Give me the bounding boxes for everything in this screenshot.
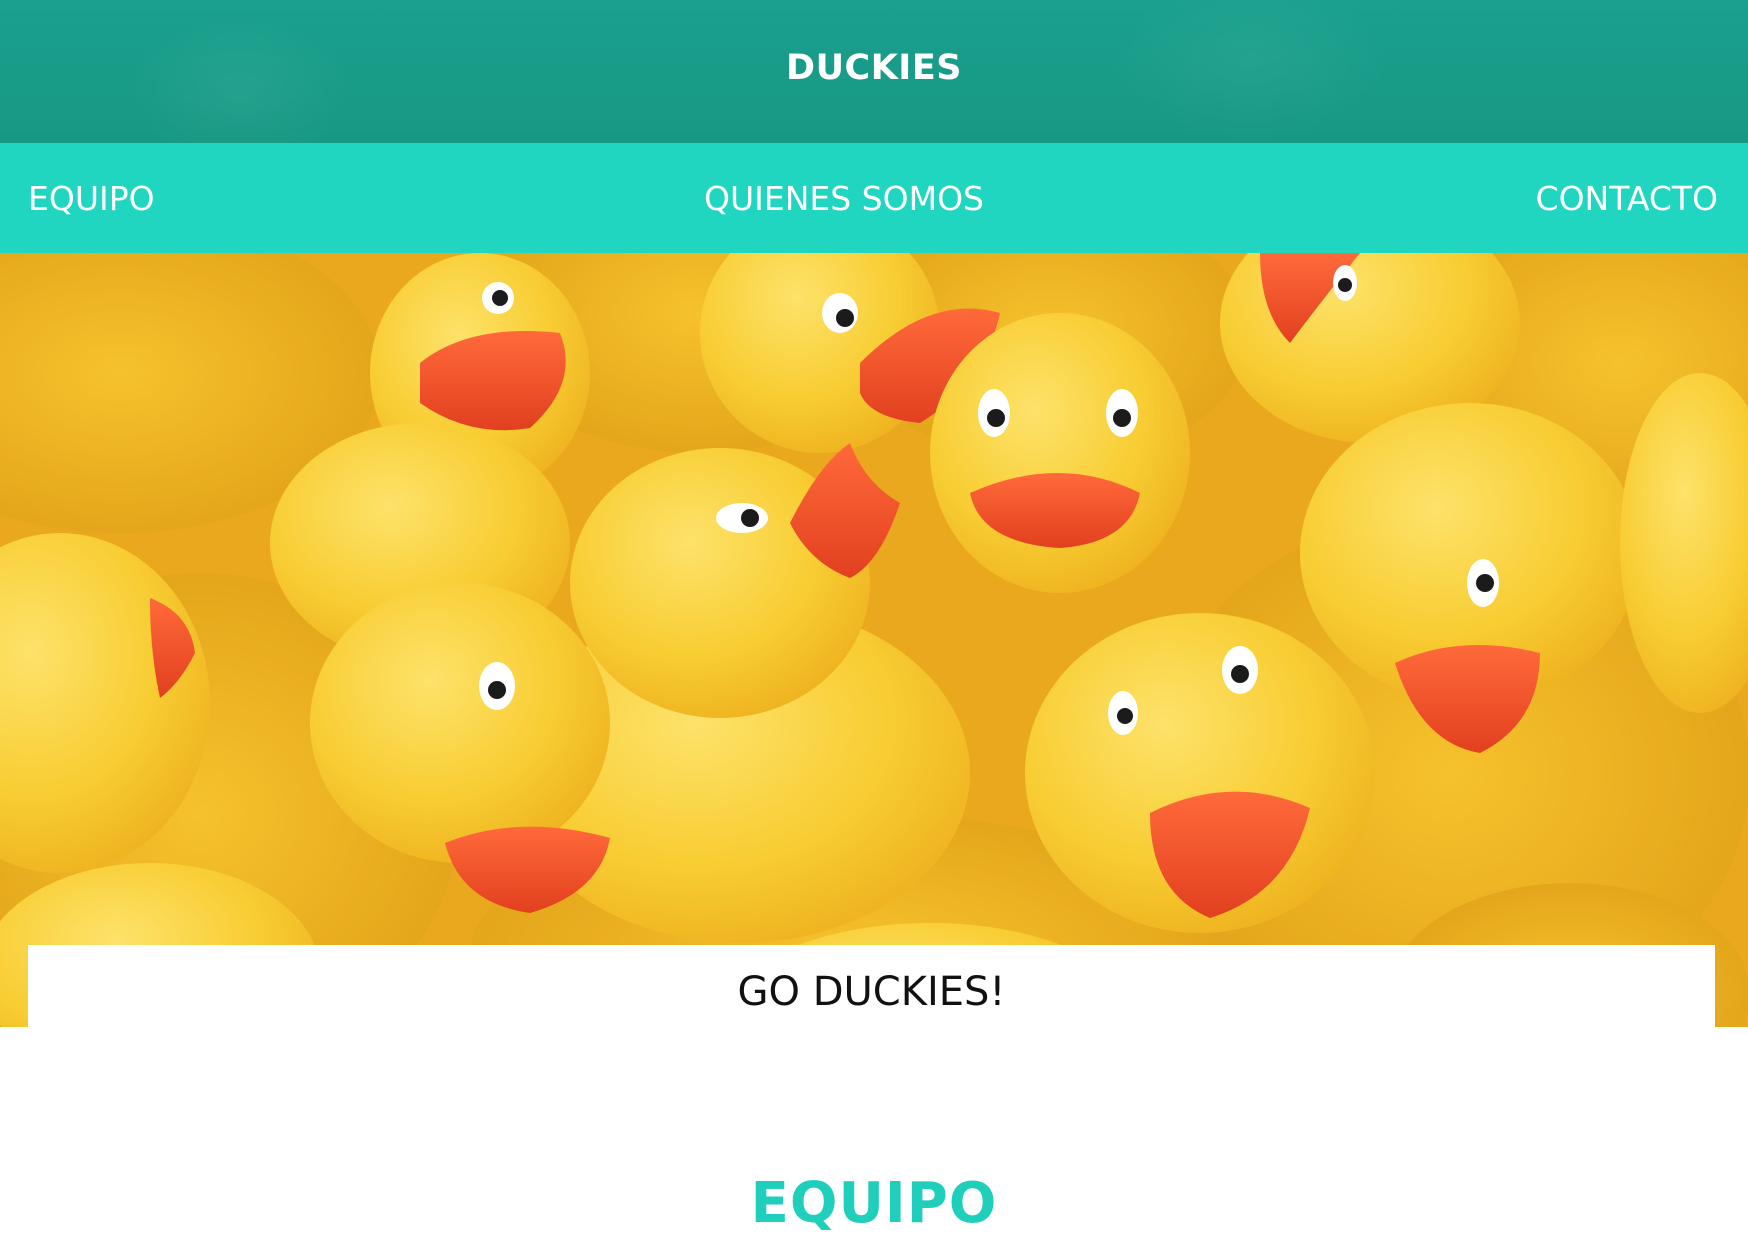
- nav-item-quienes-somos[interactable]: QUIENES SOMOS: [0, 143, 1688, 253]
- site-header: DUCKIES: [0, 0, 1748, 143]
- section-heading-equipo: EQUIPO: [750, 1171, 998, 1237]
- hero-image: [0, 253, 1748, 1027]
- nav-item-contacto[interactable]: CONTACTO: [1536, 143, 1718, 253]
- hero-banner: [0, 253, 1748, 1027]
- main-nav: EQUIPO QUIENES SOMOS CONTACTO: [0, 143, 1748, 253]
- hero-caption-box: GO DUCKIES!: [28, 945, 1715, 1027]
- hero-caption: GO DUCKIES!: [737, 969, 1006, 1015]
- site-title[interactable]: DUCKIES: [786, 48, 962, 88]
